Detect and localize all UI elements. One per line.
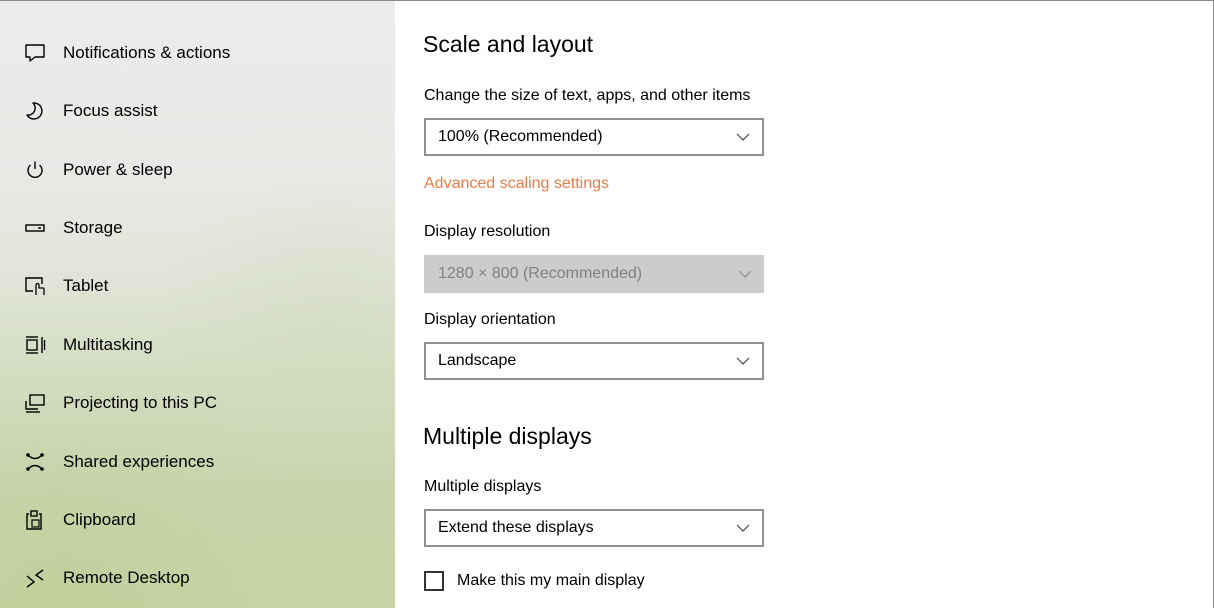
main-display-checkbox-row[interactable]: Make this my main display: [424, 568, 645, 594]
main-display-checkbox[interactable]: [424, 571, 444, 591]
scale-dropdown-value: 100% (Recommended): [438, 128, 603, 145]
multiple-displays-label: Multiple displays: [424, 478, 542, 495]
orientation-dropdown[interactable]: Landscape: [424, 342, 764, 380]
size-label: Change the size of text, apps, and other…: [424, 87, 751, 104]
sidebar-item-storage[interactable]: Storage: [0, 199, 395, 257]
sidebar-item-focus-assist[interactable]: Focus assist: [0, 82, 395, 140]
resolution-dropdown-value: 1280 × 800 (Recommended): [438, 265, 643, 282]
sidebar-item-label: Focus assist: [63, 101, 158, 120]
resolution-dropdown: 1280 × 800 (Recommended): [424, 255, 764, 293]
multitasking-icon: [24, 334, 46, 356]
chevron-down-icon: [738, 270, 752, 278]
sidebar: Notifications & actions Focus assist Pow…: [0, 1, 395, 608]
sidebar-item-label: Projecting to this PC: [63, 393, 218, 412]
multiple-displays-heading: Multiple displays: [423, 423, 592, 449]
scale-layout-heading: Scale and layout: [423, 31, 594, 57]
sidebar-item-remote-desktop[interactable]: Remote Desktop: [0, 549, 395, 607]
multiple-displays-dropdown-value: Extend these displays: [438, 519, 594, 536]
power-icon: [24, 159, 46, 181]
settings-window: Notifications & actions Focus assist Pow…: [0, 0, 1214, 608]
sidebar-item-label: Clipboard: [63, 510, 136, 529]
sidebar-item-label: Remote Desktop: [63, 568, 190, 587]
notifications-icon: [24, 42, 46, 64]
sidebar-item-label: Power & sleep: [63, 160, 173, 179]
sidebar-item-tablet[interactable]: Tablet: [0, 257, 395, 315]
sidebar-item-clipboard[interactable]: Clipboard: [0, 491, 395, 549]
sidebar-item-multitasking[interactable]: Multitasking: [0, 316, 395, 374]
advanced-scaling-link[interactable]: Advanced scaling settings: [424, 175, 609, 193]
sidebar-item-label: Tablet: [63, 276, 109, 295]
chevron-down-icon: [736, 133, 750, 141]
moon-icon: [24, 100, 46, 122]
remote-desktop-icon: [24, 567, 46, 589]
shared-experiences-icon: [24, 451, 46, 473]
main-display-checkbox-label: Make this my main display: [457, 572, 645, 589]
sidebar-item-label: Notifications & actions: [63, 43, 231, 62]
sidebar-item-shared-experiences[interactable]: Shared experiences: [0, 433, 395, 491]
sidebar-item-power-sleep[interactable]: Power & sleep: [0, 141, 395, 199]
chevron-down-icon: [736, 524, 750, 532]
scale-dropdown[interactable]: 100% (Recommended): [424, 118, 764, 156]
sidebar-item-label: Shared experiences: [63, 452, 215, 471]
multiple-displays-dropdown[interactable]: Extend these displays: [424, 509, 764, 547]
sidebar-item-label: Storage: [63, 218, 123, 237]
tablet-icon: [24, 275, 46, 297]
sidebar-item-label: Multitasking: [63, 335, 153, 354]
orientation-label: Display orientation: [424, 311, 556, 328]
sidebar-item-projecting[interactable]: Projecting to this PC: [0, 374, 395, 432]
display-settings-content: Scale and layout Change the size of text…: [395, 1, 1213, 608]
chevron-down-icon: [736, 357, 750, 365]
resolution-label: Display resolution: [424, 223, 551, 240]
sidebar-item-notifications-actions[interactable]: Notifications & actions: [0, 24, 395, 82]
projecting-icon: [24, 392, 46, 414]
clipboard-icon: [24, 509, 46, 531]
storage-icon: [24, 217, 46, 239]
orientation-dropdown-value: Landscape: [438, 352, 517, 369]
